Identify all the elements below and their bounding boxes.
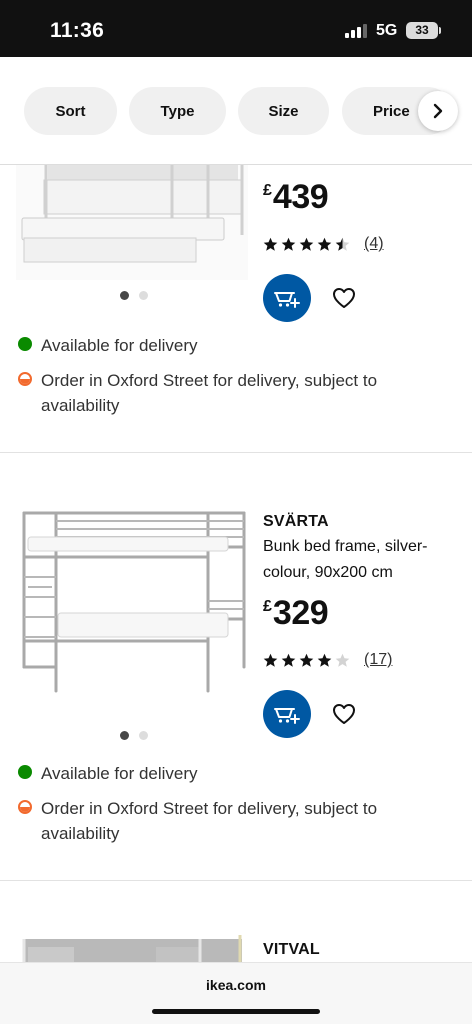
store-status-icon bbox=[18, 372, 32, 386]
store-status-icon bbox=[18, 800, 32, 814]
battery-tip bbox=[439, 27, 441, 34]
browser-url-bar[interactable]: ikea.com bbox=[0, 962, 472, 1024]
star-icon bbox=[263, 237, 278, 251]
star-icon bbox=[335, 237, 350, 251]
pagination-dot[interactable] bbox=[139, 731, 148, 740]
star-icon bbox=[335, 653, 350, 667]
filter-chip-sort[interactable]: Sort bbox=[24, 87, 117, 135]
add-to-basket-icon bbox=[274, 708, 300, 724]
image-pagination[interactable] bbox=[120, 291, 148, 300]
status-bar: 11:36 5G 33 bbox=[0, 0, 472, 57]
price-amount: 439 bbox=[272, 178, 329, 216]
product-name[interactable]: SVÄRTA bbox=[263, 513, 329, 531]
availability-delivery: Available for delivery bbox=[18, 333, 458, 358]
star-icon bbox=[299, 653, 314, 667]
availability-text: Order in Oxford Street for delivery, sub… bbox=[41, 799, 378, 843]
availability-text: Available for delivery bbox=[41, 336, 198, 355]
product-card[interactable]: SVÄRTA Bunk bed frame, silver-colour, 90… bbox=[0, 453, 472, 881]
availability-text: Available for delivery bbox=[41, 764, 198, 783]
filter-chip-type[interactable]: Type bbox=[129, 87, 226, 135]
availability-text: Order in Oxford Street for delivery, sub… bbox=[41, 371, 378, 415]
available-status-icon bbox=[18, 337, 32, 351]
signal-icon bbox=[345, 24, 369, 38]
product-card[interactable]: VITVAL bbox=[0, 881, 472, 973]
pagination-dot[interactable] bbox=[139, 291, 148, 300]
product-rating[interactable]: (17) bbox=[263, 651, 392, 669]
product-rating[interactable]: (4) bbox=[263, 235, 384, 253]
availability-store: Order in Oxford Street for delivery, sub… bbox=[18, 368, 458, 418]
add-to-cart-button[interactable] bbox=[263, 274, 311, 322]
price-currency: £ bbox=[263, 182, 272, 199]
star-icon bbox=[299, 237, 314, 251]
rating-stars bbox=[263, 653, 350, 668]
pagination-dot[interactable] bbox=[120, 291, 129, 300]
rating-stars bbox=[263, 237, 350, 252]
product-name[interactable]: VITVAL bbox=[263, 941, 320, 959]
favourite-button[interactable] bbox=[332, 702, 356, 726]
home-indicator[interactable] bbox=[152, 1009, 320, 1014]
filter-chip-size[interactable]: Size bbox=[238, 87, 329, 135]
favourite-button[interactable] bbox=[332, 286, 356, 310]
chevron-right-icon bbox=[433, 103, 443, 119]
heart-icon bbox=[333, 704, 355, 724]
url-text[interactable]: ikea.com bbox=[0, 977, 472, 993]
review-count-link[interactable]: (17) bbox=[364, 651, 392, 669]
star-icon bbox=[281, 237, 296, 251]
price-amount: 329 bbox=[272, 594, 329, 632]
star-icon bbox=[317, 653, 332, 667]
product-description: Bunk bed frame, silver-colour, 90x200 cm bbox=[263, 538, 428, 581]
availability-store: Order in Oxford Street for delivery, sub… bbox=[18, 796, 458, 846]
status-time: 11:36 bbox=[50, 19, 105, 42]
heart-icon bbox=[333, 288, 355, 308]
pagination-dot[interactable] bbox=[120, 731, 129, 740]
product-price: £ 439 bbox=[263, 178, 329, 217]
battery-icon: 33 bbox=[406, 22, 438, 39]
price-currency: £ bbox=[263, 598, 272, 615]
add-to-basket-icon bbox=[274, 292, 300, 308]
product-price: £ 329 bbox=[263, 594, 329, 633]
availability-delivery: Available for delivery bbox=[18, 761, 458, 786]
network-label: 5G bbox=[376, 22, 398, 39]
available-status-icon bbox=[18, 765, 32, 779]
star-icon bbox=[281, 653, 296, 667]
review-count-link[interactable]: (4) bbox=[364, 235, 384, 253]
filter-bar: Sort Type Size Price bbox=[0, 57, 472, 165]
star-icon bbox=[263, 653, 278, 667]
image-pagination[interactable] bbox=[120, 731, 148, 740]
product-image[interactable] bbox=[16, 501, 248, 701]
scroll-next-button[interactable] bbox=[418, 91, 458, 131]
star-icon bbox=[317, 237, 332, 251]
add-to-cart-button[interactable] bbox=[263, 690, 311, 738]
